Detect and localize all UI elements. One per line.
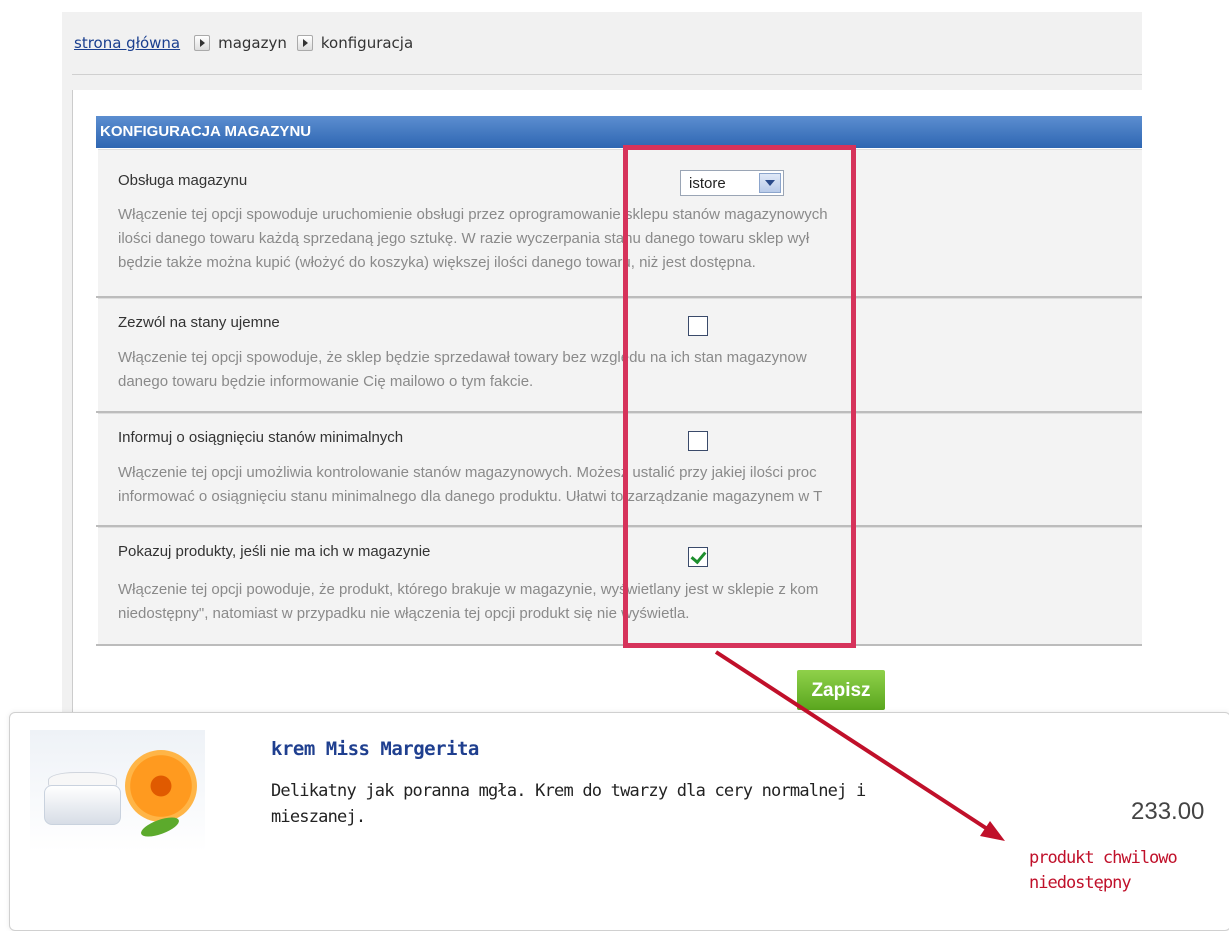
row-label: Informuj o osiągnięciu stanów minimalnyc… <box>118 429 404 446</box>
product-price: 233.00 <box>1131 798 1205 825</box>
breadcrumb-arrow-icon <box>194 35 211 51</box>
save-button[interactable]: Zapisz <box>797 670 885 710</box>
product-image[interactable] <box>30 730 205 852</box>
row-label: Zezwól na stany ujemne <box>118 314 280 331</box>
breadcrumb-arrow-icon <box>296 35 313 51</box>
config-row-pokazuj-produkty: Pokazuj produkty, jeśli nie ma ich w mag… <box>98 527 1142 645</box>
availability-status: produkt chwilowo niedostępny <box>1029 848 1178 893</box>
breadcrumb: strona główna magazyn konfiguracja <box>74 34 423 52</box>
config-row-obsluga: Obsługa magazynu Włączenie tej opcji spo… <box>98 149 1142 297</box>
flower-shape <box>125 750 197 822</box>
row-label: Pokazuj produkty, jeśli nie ma ich w mag… <box>118 543 431 560</box>
config-row-stany-ujemne: Zezwól na stany ujemne Włączenie tej opc… <box>98 298 1142 412</box>
breadcrumb-item-konfiguracja: konfiguracja <box>320 34 414 52</box>
panel-title: KONFIGURACJA MAGAZYNU <box>96 116 1142 148</box>
row-divider <box>96 644 1142 646</box>
jar-shape <box>44 785 121 825</box>
breadcrumb-item-magazyn[interactable]: magazyn <box>218 34 287 52</box>
product-description: Delikatny jak poranna mgła. Krem do twar… <box>271 781 866 827</box>
divider <box>72 74 1142 75</box>
row-label: Obsługa magazynu <box>118 172 248 189</box>
config-row-stany-minimalne: Informuj o osiągnięciu stanów minimalnyc… <box>98 413 1142 526</box>
product-name-link[interactable]: krem Miss Margerita <box>271 738 479 760</box>
highlight-box <box>623 145 856 648</box>
breadcrumb-home-link[interactable]: strona główna <box>74 34 180 52</box>
